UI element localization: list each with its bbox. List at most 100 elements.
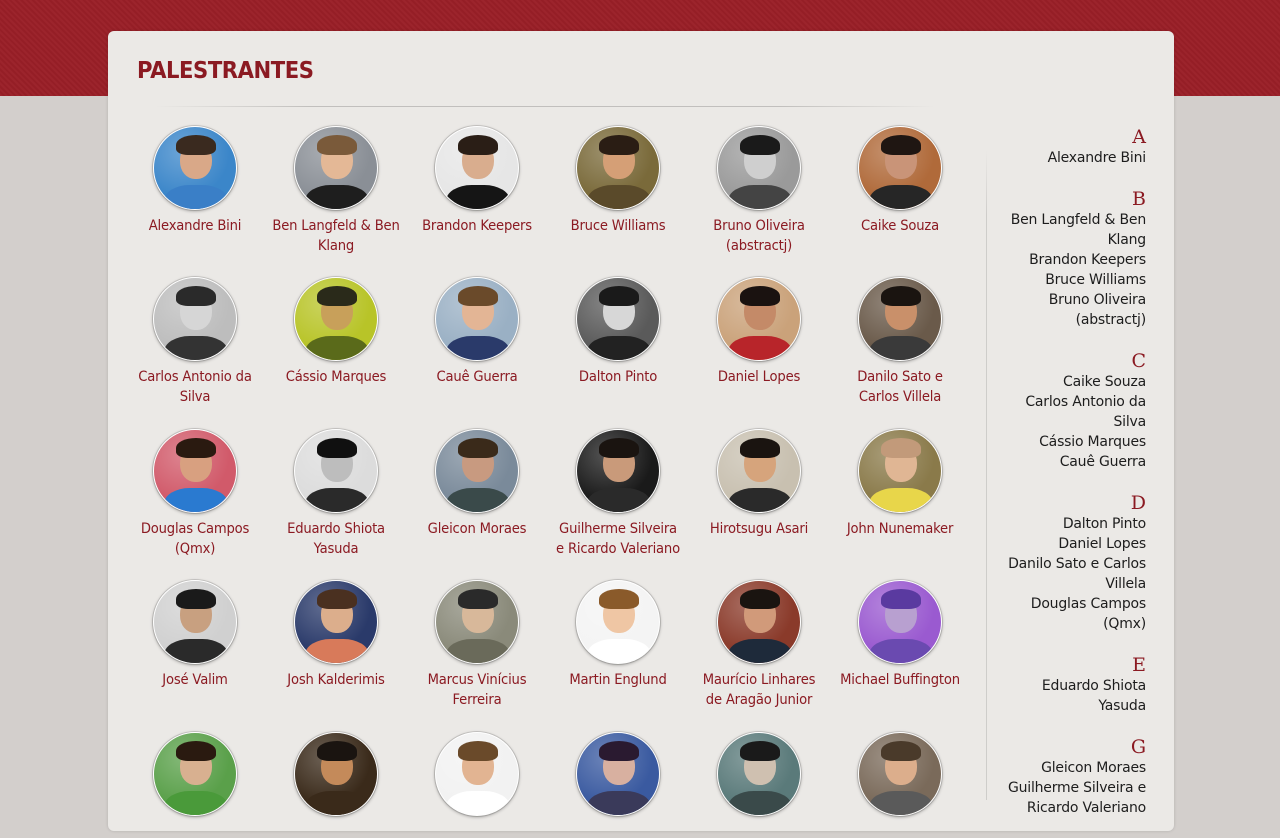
speaker-card[interactable]: Martin Englund xyxy=(550,580,686,690)
speaker-card[interactable] xyxy=(832,732,968,816)
speaker-card[interactable]: Ben Langfeld & Ben Klang xyxy=(268,126,404,256)
speaker-card[interactable]: Josh Kalderimis xyxy=(268,580,404,690)
speaker-name[interactable]: Daniel Lopes xyxy=(695,367,823,387)
speaker-name[interactable]: Ben Langfeld & Ben Klang xyxy=(272,216,400,256)
speaker-avatar[interactable] xyxy=(435,580,519,664)
speaker-card[interactable]: Maurício Linhares de Aragão Junior xyxy=(691,580,827,710)
speaker-avatar[interactable] xyxy=(153,126,237,210)
speaker-avatar[interactable] xyxy=(858,580,942,664)
speaker-card[interactable]: Eduardo Shiota Yasuda xyxy=(268,429,404,559)
speaker-name[interactable]: Michael Buffington xyxy=(836,670,964,690)
index-link[interactable]: Cássio Marques xyxy=(995,432,1146,452)
speaker-name[interactable]: Danilo Sato e Carlos Villela xyxy=(836,367,964,407)
speaker-card[interactable]: Daniel Lopes xyxy=(691,277,827,387)
index-link[interactable]: Caike Souza xyxy=(995,372,1146,392)
speaker-avatar[interactable] xyxy=(717,277,801,361)
speaker-avatar[interactable] xyxy=(294,732,378,816)
speaker-card[interactable]: Caike Souza xyxy=(832,126,968,236)
speaker-card[interactable]: Danilo Sato e Carlos Villela xyxy=(832,277,968,407)
speaker-card[interactable] xyxy=(268,732,404,816)
speaker-card[interactable] xyxy=(127,732,263,816)
speaker-name[interactable]: Caike Souza xyxy=(836,216,964,236)
speaker-card[interactable] xyxy=(691,732,827,816)
speaker-name[interactable]: José Valim xyxy=(131,670,259,690)
speaker-avatar[interactable] xyxy=(153,732,237,816)
speaker-avatar[interactable] xyxy=(153,277,237,361)
speaker-card[interactable]: José Valim xyxy=(127,580,263,690)
speaker-name[interactable]: Alexandre Bini xyxy=(131,216,259,236)
speaker-avatar[interactable] xyxy=(858,429,942,513)
speaker-card[interactable]: Cauê Guerra xyxy=(409,277,545,387)
speaker-avatar[interactable] xyxy=(435,732,519,816)
speaker-card[interactable]: Carlos Antonio da Silva xyxy=(127,277,263,407)
speaker-avatar[interactable] xyxy=(576,732,660,816)
speaker-avatar[interactable] xyxy=(576,126,660,210)
speaker-name[interactable]: Brandon Keepers xyxy=(413,216,541,236)
speaker-card[interactable]: Alexandre Bini xyxy=(127,126,263,236)
speaker-name[interactable]: Guilherme Silveira e Ricardo Valeriano xyxy=(554,519,682,559)
speaker-card[interactable]: Bruno Oliveira (abstractj) xyxy=(691,126,827,256)
speaker-card[interactable]: Guilherme Silveira e Ricardo Valeriano xyxy=(550,429,686,559)
index-link[interactable]: Dalton Pinto xyxy=(995,514,1146,534)
speaker-avatar[interactable] xyxy=(153,580,237,664)
speaker-name[interactable]: Marcus Vinícius Ferreira xyxy=(413,670,541,710)
speaker-avatar[interactable] xyxy=(858,732,942,816)
speaker-card[interactable]: Brandon Keepers xyxy=(409,126,545,236)
speaker-name[interactable]: John Nunemaker xyxy=(836,519,964,539)
speaker-name[interactable]: Cauê Guerra xyxy=(413,367,541,387)
speaker-card[interactable]: John Nunemaker xyxy=(832,429,968,539)
speaker-avatar[interactable] xyxy=(576,580,660,664)
speaker-name[interactable]: Cássio Marques xyxy=(272,367,400,387)
index-link[interactable]: Carlos Antonio da Silva xyxy=(995,392,1146,432)
speaker-name[interactable]: Hirotsugu Asari xyxy=(695,519,823,539)
index-link[interactable]: Guilherme Silveira e Ricardo Valeriano xyxy=(995,778,1146,818)
index-link[interactable]: Alexandre Bini xyxy=(995,148,1147,168)
speaker-name[interactable]: Dalton Pinto xyxy=(554,367,682,387)
index-link[interactable]: Ben Langfeld & Ben Klang xyxy=(995,210,1147,250)
index-link[interactable]: Bruce Williams xyxy=(995,270,1146,290)
speaker-card[interactable]: Douglas Campos (Qmx) xyxy=(127,429,263,559)
speaker-name[interactable]: Carlos Antonio da Silva xyxy=(131,367,259,407)
speaker-card[interactable]: Dalton Pinto xyxy=(550,277,686,387)
index-link[interactable]: Cauê Guerra xyxy=(995,452,1146,472)
speaker-avatar[interactable] xyxy=(294,429,378,513)
speaker-name[interactable]: Eduardo Shiota Yasuda xyxy=(272,519,400,559)
speaker-name[interactable]: Bruce Williams xyxy=(554,216,682,236)
speaker-avatar[interactable] xyxy=(858,277,942,361)
speaker-avatar[interactable] xyxy=(717,126,801,210)
speaker-avatar[interactable] xyxy=(153,429,237,513)
speaker-card[interactable]: Hirotsugu Asari xyxy=(691,429,827,539)
speaker-card[interactable] xyxy=(550,732,686,816)
speaker-card[interactable]: Cássio Marques xyxy=(268,277,404,387)
speaker-avatar[interactable] xyxy=(858,126,942,210)
speaker-avatar[interactable] xyxy=(435,429,519,513)
speaker-avatar[interactable] xyxy=(576,429,660,513)
index-link[interactable]: Gleicon Moraes xyxy=(995,758,1146,778)
speaker-avatar[interactable] xyxy=(294,580,378,664)
speaker-card[interactable]: Gleicon Moraes xyxy=(409,429,545,539)
speaker-name[interactable]: Douglas Campos (Qmx) xyxy=(131,519,259,559)
speaker-avatar[interactable] xyxy=(576,277,660,361)
speaker-name[interactable]: Josh Kalderimis xyxy=(272,670,400,690)
speaker-avatar[interactable] xyxy=(435,126,519,210)
speaker-avatar[interactable] xyxy=(717,732,801,816)
index-link[interactable]: Daniel Lopes xyxy=(995,534,1146,554)
speaker-card[interactable]: Michael Buffington xyxy=(832,580,968,690)
speaker-avatar[interactable] xyxy=(294,277,378,361)
speaker-avatar[interactable] xyxy=(717,580,801,664)
index-link[interactable]: Bruno Oliveira (abstractj) xyxy=(995,290,1146,330)
speaker-avatar[interactable] xyxy=(294,126,378,210)
index-link[interactable]: Douglas Campos (Qmx) xyxy=(995,594,1146,634)
speaker-name[interactable]: Maurício Linhares de Aragão Junior xyxy=(695,670,823,710)
speaker-avatar[interactable] xyxy=(435,277,519,361)
speaker-avatar[interactable] xyxy=(717,429,801,513)
index-link[interactable]: Brandon Keepers xyxy=(995,250,1146,270)
speaker-card[interactable]: Bruce Williams xyxy=(550,126,686,236)
speaker-name[interactable]: Gleicon Moraes xyxy=(413,519,541,539)
index-link[interactable]: Eduardo Shiota Yasuda xyxy=(995,676,1146,716)
speaker-card[interactable]: Marcus Vinícius Ferreira xyxy=(409,580,545,710)
index-link[interactable]: Danilo Sato e Carlos Villela xyxy=(995,554,1146,594)
speaker-card[interactable] xyxy=(409,732,545,816)
speaker-name[interactable]: Martin Englund xyxy=(554,670,682,690)
speaker-name[interactable]: Bruno Oliveira (abstractj) xyxy=(695,216,823,256)
